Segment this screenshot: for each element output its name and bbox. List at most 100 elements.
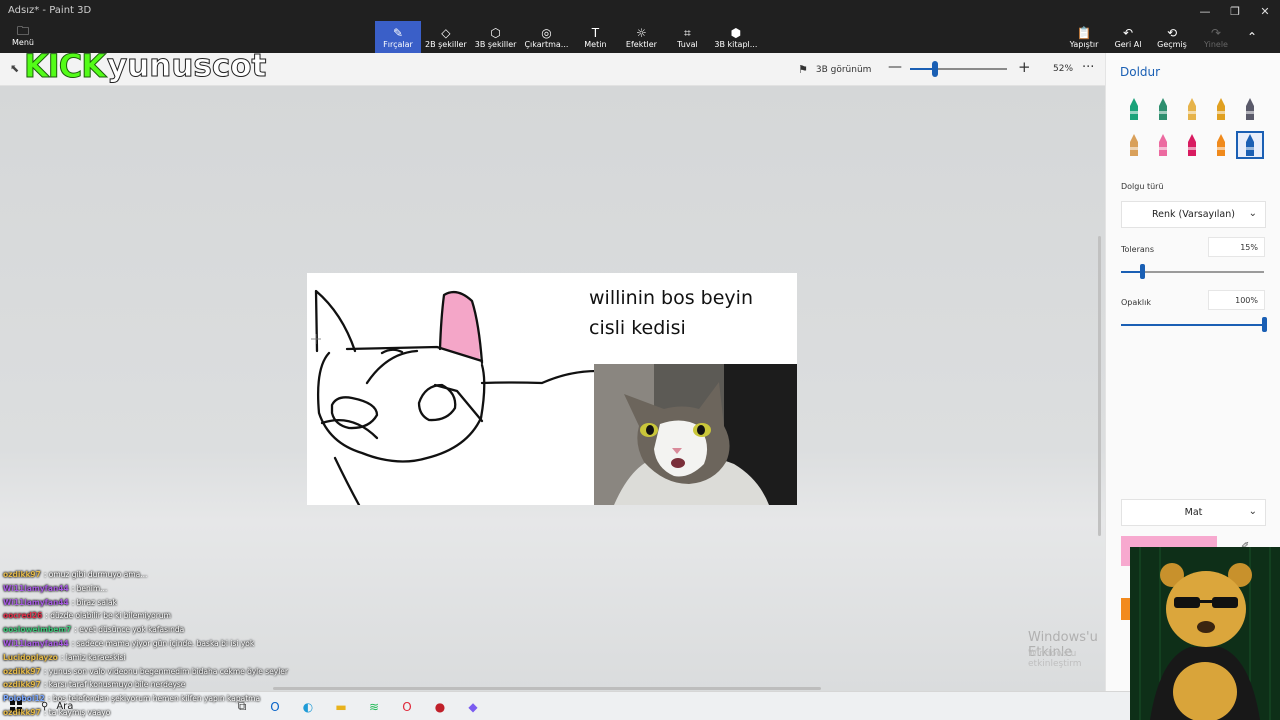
watercolor-icon[interactable] [1207,95,1235,123]
drawing-canvas[interactable]: willinin bos beyin cisli kedisi [307,273,797,505]
pencil-icon[interactable] [1120,131,1148,159]
streamer-name: yunuscot [106,48,267,85]
window-controls: — ❐ ✕ [1190,0,1280,22]
file-explorer-icon[interactable]: ▬ [329,695,353,718]
opera-icon[interactable]: O [395,695,419,718]
webcam-bear-image [1130,547,1280,720]
cat-photo-illustration [594,364,797,505]
restore-button[interactable]: ❐ [1220,0,1250,22]
minimize-button[interactable]: — [1190,0,1220,22]
tab-3d-library[interactable]: ⬢ 3B kitapl... [710,21,761,53]
opacity-slider[interactable] [1121,317,1267,332]
cat-photo[interactable] [594,364,797,505]
crayon-icon[interactable] [1178,131,1206,159]
fill-type-dropdown[interactable]: Renk (Varsayılan) ⌄ [1121,201,1266,228]
chevron-down-icon: ⌄ [1248,506,1257,517]
chat-text: : lamiz karaeskisi [60,652,126,662]
tab-label: Çıkartma... [524,39,569,49]
paste-button[interactable]: 📋 Yapıştır [1062,21,1106,53]
window-title: Adsız* - Paint 3D [8,5,92,16]
oil-brush-icon[interactable] [1178,95,1206,123]
folder-icon: 🗀 [16,24,29,38]
chat-message: oocred26: düzde olabilir be ki bilemiyor… [3,609,303,623]
ladybug-app-icon[interactable]: ● [428,695,452,718]
marker-icon[interactable] [1120,95,1148,123]
vertical-scrollbar[interactable] [1098,236,1101,536]
chat-message: oosloweimbem7: evet düsünce yok kafasınd… [3,623,303,637]
tolerance-slider-thumb[interactable] [1140,264,1146,279]
webcam-overlay [1130,547,1280,720]
tab-label: Efektler [625,39,657,49]
undo-label: Geri Al [1114,39,1142,49]
chat-username: Poloboi12 [3,694,45,704]
horizontal-scrollbar[interactable] [273,687,821,690]
tolerance-slider[interactable] [1121,264,1264,279]
stream-logo: KICK yunuscot [24,46,267,86]
brush-grid [1120,95,1270,159]
more-options-button[interactable]: ··· [1082,60,1094,75]
undo-button[interactable]: ↶ Geri Al [1106,21,1150,53]
canvas-icon: ⌗ [684,25,691,40]
select-cursor-icon[interactable]: ⬉ [10,62,19,75]
chat-text: : yunus son valo videonu begenmedim bida… [43,666,289,676]
opacity-label: Opaklık [1121,298,1151,307]
chat-username: Lucidoplayzo [3,652,58,662]
tab-stickers[interactable]: ◎ Çıkartma... [520,21,572,53]
main-toolbar: ✎ Fırçalar ◇ 2B şekiller ⬡ 3B şekiller ◎ Çıkart… [375,21,761,53]
zoom-slider-thumb[interactable] [932,61,939,77]
spray-can-icon[interactable] [1207,131,1235,159]
opacity-input[interactable]: 100% [1208,290,1265,310]
tab-label: 3B kitapl... [714,39,758,49]
chat-message: Poloboi12: bos telefondan şekiyorum heme… [3,692,303,706]
pixel-pen-icon[interactable] [1236,95,1264,123]
opacity-slider-fill [1121,324,1264,326]
zoom-in-button[interactable]: + [1018,58,1031,76]
panel-title: Doldur [1120,65,1161,79]
chat-text: : ta kaymış vaayo [43,707,111,717]
tolerance-slider-fill [1121,271,1143,273]
history-button[interactable]: ⟲ Geçmiş [1150,21,1194,53]
chevron-down-icon: ⌄ [1248,208,1257,219]
calligraphy-pen-icon[interactable] [1149,95,1177,123]
view-3d-label: 3B görünüm [815,64,872,75]
tab-text[interactable]: T Metin [572,21,618,53]
fill-type-label: Dolgu türü [1121,182,1164,191]
tab-canvas[interactable]: ⌗ Tuval [664,21,710,53]
redo-button[interactable]: ↷ Yinele [1194,21,1238,53]
zoom-out-button[interactable]: — [888,59,902,75]
chat-message: Wi11lamyfan44: sadece mama yiyor gün içi… [3,637,303,651]
redo-icon: ↷ [1210,25,1222,40]
zoom-level: 52% [1053,64,1074,74]
canvas-text-box[interactable]: willinin bos beyin cisli kedisi [589,283,753,343]
text-icon: T [591,25,600,40]
close-button[interactable]: ✕ [1250,0,1280,22]
paint3d-icon[interactable]: ◆ [461,695,485,718]
zoom-slider[interactable] [910,61,1007,77]
tolerance-input[interactable]: 15% [1208,237,1265,257]
tab-2d-shapes[interactable]: ◇ 2B şekiller [421,21,471,53]
chat-message: Wi11lamyfan44: benim... [3,582,303,596]
finish-dropdown[interactable]: Mat ⌄ [1121,499,1266,526]
flag-icon: ⚑ [798,63,808,76]
chat-text: : biraz salak [71,597,118,607]
tab-3d-shapes[interactable]: ⬡ 3B şekiller [471,21,521,53]
view-3d-button[interactable]: ⚑ 3B görünüm [798,63,871,76]
history-label: Geçmiş [1157,39,1187,49]
chat-message: ozdikk97: omuz gibi durmuyo ama... [3,568,303,582]
collapse-toolbar-button[interactable]: ⌃ [1238,21,1266,53]
clipboard-icon: 📋 [1076,25,1092,40]
tab-effects[interactable]: ☼ Efektler [618,21,664,53]
stream-chat: ozdikk97: omuz gibi durmuyo ama... Wi11la… [3,568,303,720]
tab-label: Metin [584,39,607,49]
tab-label: Tuval [677,39,698,49]
tab-label: 2B şekiller [425,39,467,49]
opacity-slider-thumb[interactable] [1262,317,1267,332]
tab-brush[interactable]: ✎ Fırçalar [375,21,421,53]
edit-toolbar: 📋 Yapıştır ↶ Geri Al ⟲ Geçmiş ↷ Yinele ⌃ [1062,21,1266,53]
chat-username: Wi11lamyfan44 [3,583,69,593]
eraser-icon[interactable] [1149,131,1177,159]
chat-text: : omuz gibi durmuyo ama... [43,570,148,579]
fill-bucket-icon[interactable] [1236,131,1264,159]
chat-message: Wi11lamyfan44: biraz salak [3,596,303,610]
spotify-icon[interactable]: ≋ [362,695,386,718]
